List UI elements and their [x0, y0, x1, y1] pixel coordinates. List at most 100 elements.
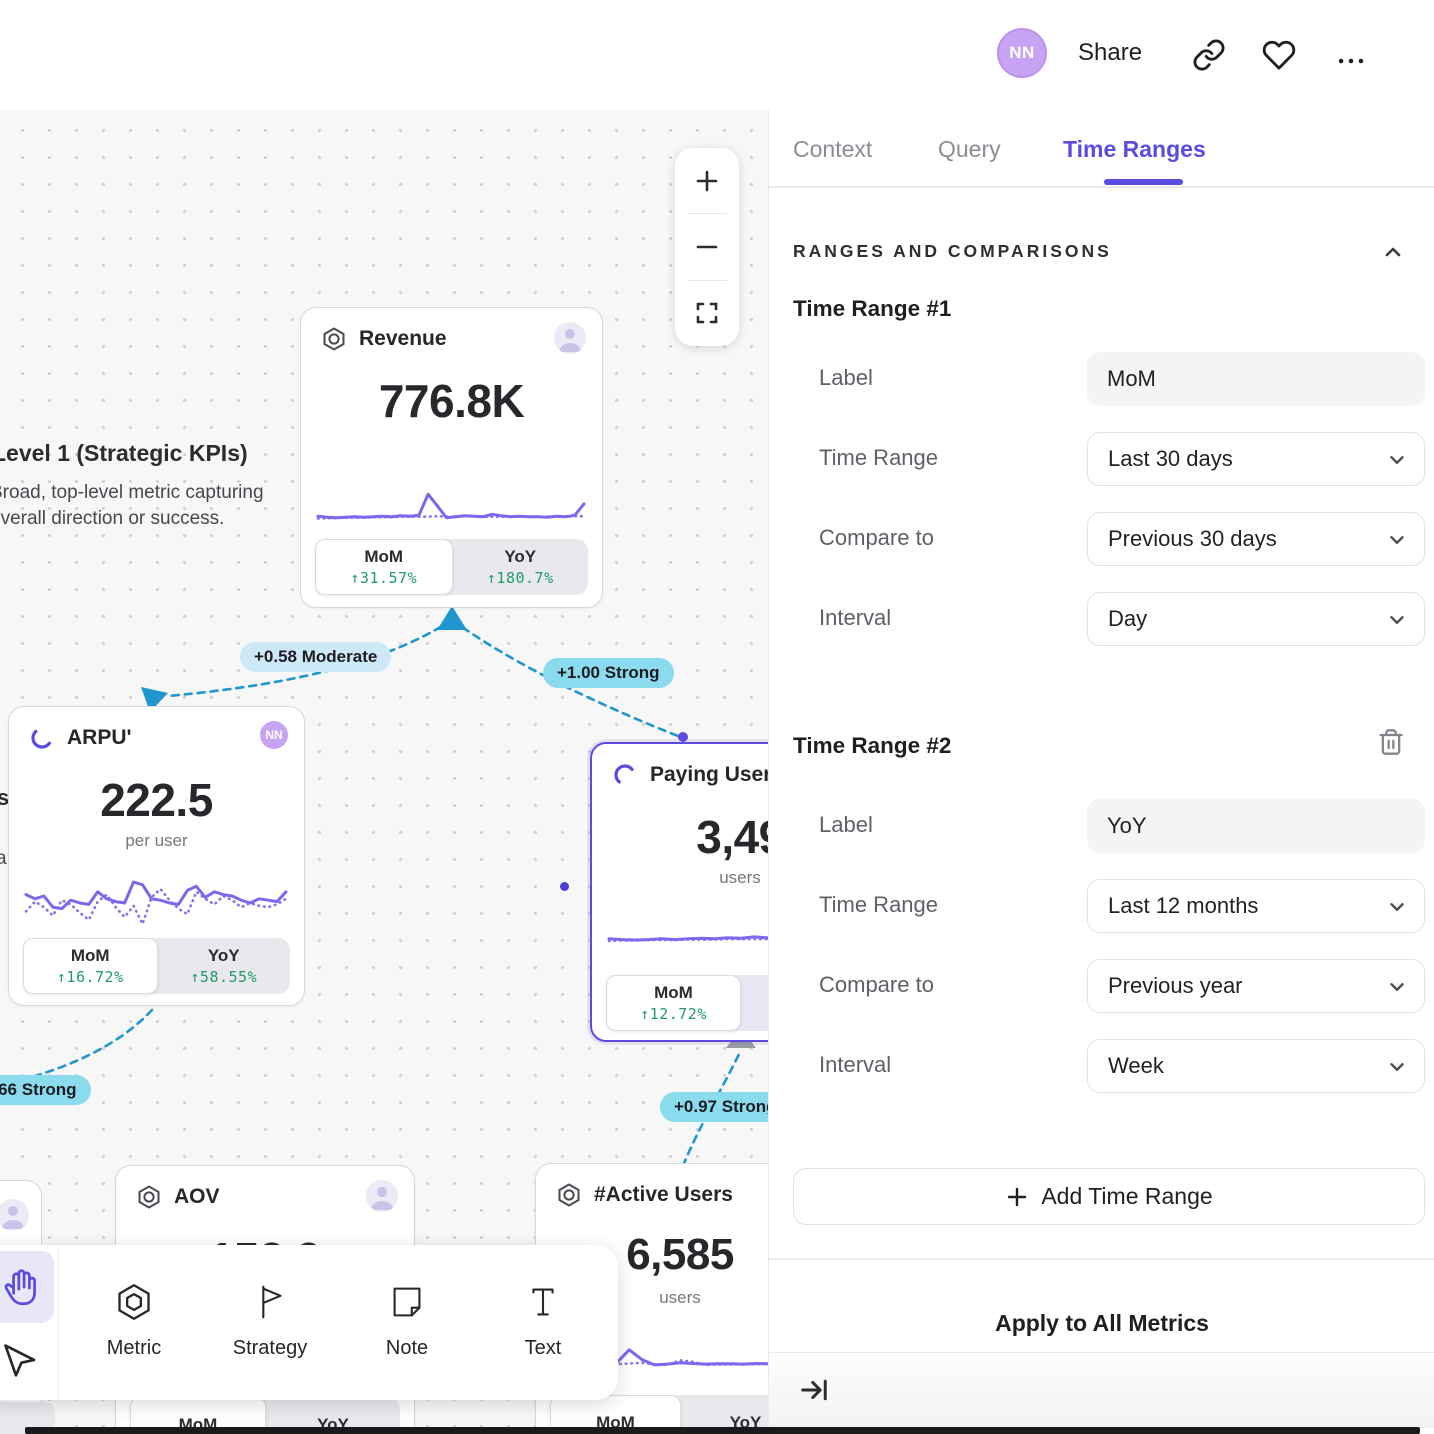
interval-select[interactable]: Day — [1087, 592, 1425, 646]
chip-label: MoM — [654, 983, 693, 1003]
text-tool[interactable]: Text — [483, 1245, 603, 1400]
card-title: AOV — [174, 1185, 220, 1209]
metric-card-arpu[interactable]: ARPU' NN 222.5 per user MoM↑16.72% YoY↑5… — [8, 706, 305, 1006]
yoy-chip[interactable]: YoY ↑180.7% — [453, 539, 589, 595]
mom-chip[interactable]: MoM↑16.72% — [23, 938, 158, 994]
tool-label: Text — [525, 1337, 562, 1360]
field-label: Interval — [819, 1052, 891, 1078]
delete-time-range-icon[interactable] — [1377, 728, 1405, 756]
editor-presence-badge: NN — [260, 721, 288, 749]
card-title: ARPU' — [67, 726, 132, 750]
hand-tool[interactable] — [0, 1251, 54, 1323]
yoy-chip[interactable]: YoY↑58.55% — [158, 938, 291, 994]
fit-view-button[interactable] — [675, 281, 739, 346]
time-range-1-title: Time Range #1 — [793, 296, 951, 322]
settings-panel: Context Query Time Ranges RANGES AND COM… — [768, 110, 1434, 1434]
correlation-badge[interactable]: +0.66 Strong — [0, 1075, 91, 1105]
chevron-down-icon — [1386, 1056, 1408, 1078]
time-range-select[interactable]: Last 12 months — [1087, 879, 1425, 933]
correlation-badge[interactable]: +0.58 Moderate — [240, 642, 391, 672]
card-title: #Active Users — [594, 1183, 733, 1207]
field-row: Interval Week — [769, 1039, 1434, 1093]
comparison-toggle: MoM ↑12.72% — [606, 975, 768, 1031]
clipped-text-fragment: a — [0, 848, 7, 870]
tool-label: Metric — [107, 1337, 161, 1360]
field-label: Compare to — [819, 972, 934, 998]
metric-hexagon-icon — [136, 1184, 162, 1210]
dock-bar — [25, 1427, 1420, 1434]
add-time-range-button[interactable]: Add Time Range — [793, 1168, 1425, 1225]
chip-pct: ↑180.7% — [487, 569, 554, 587]
note-tool[interactable]: Note — [347, 1245, 467, 1400]
chip-pct: ↑58.55% — [190, 968, 257, 986]
select-value: Previous 30 days — [1108, 526, 1277, 552]
owner-avatar-icon — [0, 1199, 29, 1231]
cursor-icon — [0, 1339, 44, 1383]
metric-value: 3,49 — [592, 810, 768, 864]
select-tool[interactable] — [0, 1327, 54, 1395]
field-row: Time Range Last 12 months — [769, 879, 1434, 933]
label-input[interactable]: MoM — [1087, 352, 1425, 406]
yoy-chip[interactable] — [741, 975, 768, 1031]
connection-handle[interactable] — [560, 882, 569, 891]
favorite-icon[interactable] — [1262, 38, 1296, 72]
chevron-down-icon — [1386, 976, 1408, 998]
field-label: Label — [819, 812, 873, 838]
correlation-badge[interactable]: +0.97 Strong — [660, 1092, 768, 1122]
tab-query[interactable]: Query — [938, 136, 1001, 163]
select-value: Day — [1108, 606, 1147, 632]
owner-avatar-icon — [554, 322, 586, 354]
metric-unit: per user — [9, 831, 304, 851]
toolbar-tools: Metric Strategy Note Text — [58, 1245, 618, 1400]
time-range-select[interactable]: Last 30 days — [1087, 432, 1425, 486]
chevron-up-icon[interactable] — [1381, 240, 1405, 264]
apply-all-metrics-button[interactable]: Apply to All Metrics — [769, 1310, 1434, 1337]
flag-icon — [249, 1281, 291, 1323]
select-value: Last 30 days — [1108, 446, 1233, 472]
field-label: Label — [819, 365, 873, 391]
section-header: RANGES AND COMPARISONS — [793, 241, 1112, 262]
loading-arc-icon — [29, 725, 55, 751]
tab-time-ranges[interactable]: Time Ranges — [1063, 136, 1206, 163]
canvas-annotation-body: Broad, top-level metric capturing overal… — [0, 480, 264, 532]
hand-icon — [1, 1266, 43, 1308]
chevron-down-icon — [1386, 449, 1408, 471]
metric-card-paying-users[interactable]: Paying Users' 3,49 users MoM↑12.72% — [590, 742, 768, 1042]
mom-chip[interactable]: MoM↑31.57% — [315, 539, 453, 595]
metric-card-revenue[interactable]: Revenue 776.8K MoM↑31.57% YoY↑180.7% — [300, 307, 603, 608]
tab-context[interactable]: Context — [793, 136, 872, 163]
app-window: NN Share +0.58 Moderate +1.00 Strong +0.… — [0, 0, 1434, 1434]
label-input[interactable]: YoY — [1087, 799, 1425, 853]
comparison-toggle: MoM↑31.57% YoY ↑180.7% — [315, 539, 588, 595]
chip-pct: ↑31.57% — [350, 569, 417, 587]
plus-icon — [1005, 1185, 1029, 1209]
interval-select[interactable]: Week — [1087, 1039, 1425, 1093]
mom-chip[interactable]: MoM ↑12.72% — [606, 975, 741, 1031]
sparkline — [315, 468, 587, 526]
chip-label: YoY — [504, 547, 536, 567]
correlation-badge[interactable]: +1.00 Strong — [543, 658, 674, 688]
metric-tree-canvas[interactable]: +0.58 Moderate +1.00 Strong +0.66 Strong… — [0, 110, 768, 1434]
share-button[interactable]: Share — [1078, 39, 1142, 67]
time-range-2-title: Time Range #2 — [793, 733, 951, 759]
compare-to-select[interactable]: Previous 30 days — [1087, 512, 1425, 566]
owner-avatar-icon — [366, 1180, 398, 1212]
metric-tool[interactable]: Metric — [74, 1245, 194, 1400]
annotation-line: Broad, top-level metric capturing — [0, 482, 264, 503]
more-options-icon[interactable] — [1334, 44, 1368, 78]
connection-handle[interactable] — [678, 732, 688, 742]
zoom-in-button[interactable] — [675, 148, 739, 213]
metric-hexagon-icon — [321, 326, 347, 352]
zoom-out-button[interactable] — [675, 214, 739, 279]
divider — [769, 186, 1434, 188]
sparkline — [606, 894, 768, 949]
copy-link-icon[interactable] — [1192, 38, 1226, 72]
chip-pct: ↑12.72% — [640, 1005, 707, 1023]
loading-arc-icon — [612, 762, 638, 788]
tool-label: Note — [386, 1337, 428, 1360]
collapse-panel-icon[interactable] — [799, 1375, 829, 1405]
strategy-tool[interactable]: Strategy — [210, 1245, 330, 1400]
field-label: Interval — [819, 605, 891, 631]
compare-to-select[interactable]: Previous year — [1087, 959, 1425, 1013]
user-avatar[interactable]: NN — [997, 28, 1047, 78]
